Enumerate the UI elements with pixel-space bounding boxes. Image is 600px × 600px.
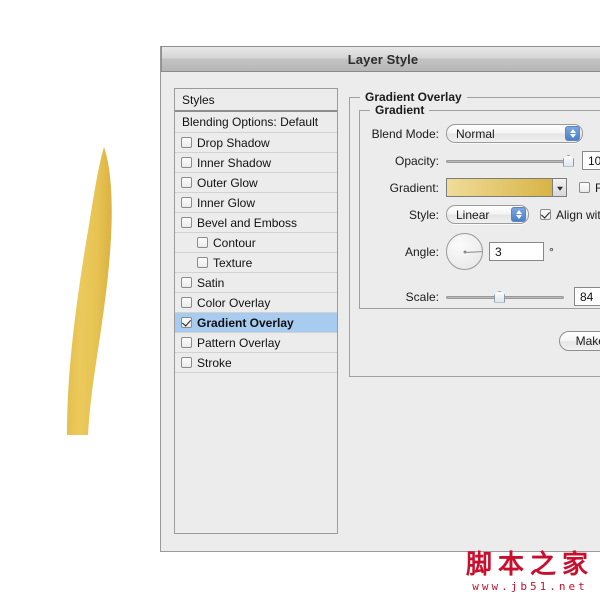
watermark-chinese-text: 脚本之家 bbox=[465, 550, 594, 580]
blend-mode-value: Normal bbox=[456, 126, 495, 141]
angle-input[interactable]: 3 bbox=[489, 242, 544, 261]
styles-item-checkbox[interactable] bbox=[181, 297, 192, 308]
style-value: Linear bbox=[456, 207, 490, 222]
scale-input[interactable]: 84 bbox=[574, 287, 600, 306]
blend-mode-row: Blend Mode: Normal bbox=[359, 124, 583, 143]
opacity-label: Opacity: bbox=[394, 153, 439, 168]
styles-item-label: Contour bbox=[213, 235, 256, 250]
styles-item-label: Outer Glow bbox=[197, 175, 258, 190]
scale-slider[interactable] bbox=[446, 290, 564, 304]
styles-item-checkbox[interactable] bbox=[181, 217, 192, 228]
gradient-overlay-group-title: Gradient Overlay bbox=[360, 90, 467, 104]
dialog-body: Styles Blending Options: Default Drop Sh… bbox=[161, 72, 600, 551]
styles-item-label: Bevel and Emboss bbox=[197, 215, 298, 230]
styles-item-bevel-and-emboss[interactable]: Bevel and Emboss bbox=[175, 213, 337, 233]
reverse-label: Rev bbox=[595, 180, 600, 195]
angle-row: Angle: 3 ° bbox=[359, 233, 554, 270]
watermark: 脚本之家 www.jb51.net bbox=[466, 552, 594, 592]
styles-item-label: Texture bbox=[213, 255, 253, 270]
styles-item-drop-shadow[interactable]: Drop Shadow bbox=[175, 133, 337, 153]
align-with-layer-checkbox[interactable] bbox=[540, 209, 551, 220]
gradient-group-title: Gradient bbox=[370, 103, 430, 117]
opacity-slider[interactable] bbox=[446, 154, 574, 168]
styles-item-label: Pattern Overlay bbox=[197, 335, 281, 350]
styles-item-label: Inner Glow bbox=[197, 195, 256, 210]
styles-item-label: Color Overlay bbox=[197, 295, 271, 310]
chevron-updown-icon[interactable] bbox=[511, 207, 526, 222]
styles-item-label: Drop Shadow bbox=[197, 135, 270, 150]
styles-item-checkbox[interactable] bbox=[181, 317, 192, 328]
styles-item-inner-shadow[interactable]: Inner Shadow bbox=[175, 153, 337, 173]
styles-item-pattern-overlay[interactable]: Pattern Overlay bbox=[175, 333, 337, 353]
angle-dial[interactable] bbox=[446, 233, 483, 270]
leaf-petal-shape bbox=[67, 147, 112, 435]
styles-item-texture[interactable]: Texture bbox=[175, 253, 337, 273]
styles-item-checkbox[interactable] bbox=[181, 177, 192, 188]
style-row: Style: Linear Align with bbox=[359, 205, 600, 224]
make-default-button[interactable]: Make Default bbox=[559, 331, 600, 351]
scale-slider-thumb[interactable] bbox=[494, 290, 506, 303]
opacity-row: Opacity: 100 % bbox=[359, 151, 600, 170]
layer-style-dialog: Layer Style Styles Blending Options: Def… bbox=[160, 46, 600, 552]
styles-item-checkbox[interactable] bbox=[197, 257, 208, 268]
style-label: Style: bbox=[408, 207, 439, 222]
angle-label: Angle: bbox=[404, 244, 439, 259]
blend-mode-select[interactable]: Normal bbox=[446, 124, 583, 143]
opacity-input[interactable]: 100 bbox=[582, 151, 600, 170]
page-title: Layer Style bbox=[347, 51, 419, 67]
canvas-area bbox=[0, 0, 160, 600]
opacity-slider-thumb[interactable] bbox=[563, 154, 574, 167]
styles-item-checkbox[interactable] bbox=[181, 137, 192, 148]
chevron-updown-icon[interactable] bbox=[565, 126, 580, 141]
styles-item-gradient-overlay[interactable]: Gradient Overlay bbox=[175, 313, 337, 333]
gradient-label: Gradient: bbox=[389, 180, 439, 195]
styles-item-checkbox[interactable] bbox=[181, 357, 192, 368]
angle-dial-center bbox=[463, 250, 466, 253]
chevron-down-icon[interactable] bbox=[552, 179, 566, 196]
styles-item-checkbox[interactable] bbox=[181, 277, 192, 288]
styles-item-checkbox[interactable] bbox=[181, 337, 192, 348]
styles-item-inner-glow[interactable]: Inner Glow bbox=[175, 193, 337, 213]
angle-dial-needle bbox=[464, 250, 482, 253]
styles-item-satin[interactable]: Satin bbox=[175, 273, 337, 293]
styles-item-label: Blending Options: Default bbox=[182, 115, 319, 129]
styles-item-contour[interactable]: Contour bbox=[175, 233, 337, 253]
blend-mode-label: Blend Mode: bbox=[371, 126, 439, 141]
dialog-titlebar[interactable]: Layer Style bbox=[161, 46, 600, 72]
gradient-swatch[interactable] bbox=[447, 179, 552, 196]
reverse-checkbox[interactable] bbox=[579, 182, 590, 193]
styles-item-color-overlay[interactable]: Color Overlay bbox=[175, 293, 337, 313]
align-with-layer-label: Align with bbox=[556, 207, 600, 222]
styles-item-label: Inner Shadow bbox=[197, 155, 272, 170]
gradient-row: Gradient: Rev bbox=[359, 178, 600, 197]
scale-label: Scale: bbox=[405, 289, 439, 304]
styles-rows-container: Drop Shadow Inner Shadow Outer Glow Inner G… bbox=[175, 133, 337, 373]
gradient-overlay-panel: Gradient Overlay Gradient Blend Mode: No… bbox=[349, 88, 600, 534]
styles-item-label: Gradient Overlay bbox=[197, 315, 294, 330]
styles-item-checkbox[interactable] bbox=[181, 197, 192, 208]
angle-unit: ° bbox=[549, 244, 554, 259]
styles-list: Styles Blending Options: Default Drop Sh… bbox=[174, 88, 338, 534]
scale-row: Scale: 84 % bbox=[359, 287, 600, 306]
styles-item-label: Satin bbox=[197, 275, 225, 290]
styles-item-stroke[interactable]: Stroke bbox=[175, 353, 337, 373]
gradient-swatch-control[interactable] bbox=[446, 178, 567, 197]
styles-item-blending-options[interactable]: Blending Options: Default bbox=[175, 112, 337, 133]
styles-item-checkbox[interactable] bbox=[181, 157, 192, 168]
styles-item-checkbox[interactable] bbox=[197, 237, 208, 248]
style-select[interactable]: Linear bbox=[446, 205, 529, 224]
reverse-checkbox-row[interactable]: Rev bbox=[579, 181, 600, 195]
styles-list-header: Styles bbox=[175, 89, 337, 112]
styles-item-outer-glow[interactable]: Outer Glow bbox=[175, 173, 337, 193]
align-with-layer-row[interactable]: Align with bbox=[540, 208, 600, 222]
styles-item-label: Stroke bbox=[197, 355, 232, 370]
watermark-url-text: www.jb51.net bbox=[472, 580, 588, 593]
opacity-slider-track[interactable] bbox=[446, 159, 574, 163]
